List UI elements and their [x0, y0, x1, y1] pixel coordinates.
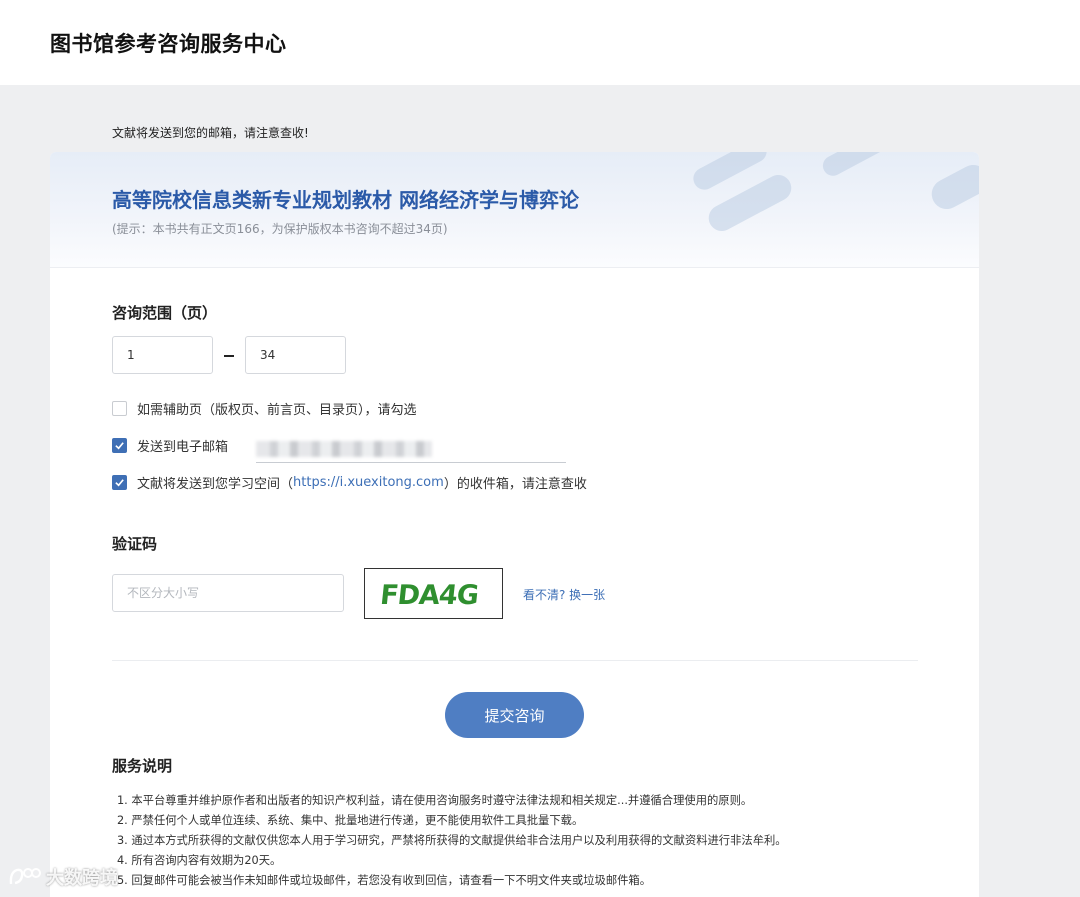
submit-button[interactable]: 提交咨询 — [445, 692, 584, 738]
email-field[interactable] — [256, 438, 566, 463]
header-decoration — [926, 159, 979, 215]
header-decoration — [819, 152, 891, 180]
page-to-input[interactable] — [245, 336, 346, 374]
book-page-hint: (提示：本书共有正文页166，为保护版权本书咨询不超过34页) — [112, 222, 448, 236]
service-rules-list: 1. 本平台尊重并维护原作者和出版者的知识产权利益，请在使用咨询服务时遵守法律法… — [117, 791, 787, 891]
check-icon — [115, 441, 124, 449]
range-dash — [224, 355, 234, 357]
study-space-prefix: 文献将发送到您学习空间（ — [137, 476, 294, 492]
top-bar: 图书馆参考咨询服务中心 — [0, 0, 1080, 85]
watermark-text: 大数跨境 — [46, 868, 118, 889]
captcha-image[interactable]: FDA4G — [364, 568, 503, 619]
captcha-label: 验证码 — [112, 535, 158, 553]
list-item: 5. 回复邮件可能会被当作未知邮件或垃圾邮件，若您没有收到回信，请查看一下不明文… — [117, 874, 652, 887]
page-from-input[interactable] — [112, 336, 213, 374]
range-label: 咨询范围（页） — [112, 304, 218, 322]
site-title: 图书馆参考咨询服务中心 — [50, 32, 287, 56]
watermark: 大数跨境 — [8, 864, 118, 890]
aux-pages-label: 如需辅助页（版权页、前言页、目录页），请勾选 — [137, 402, 417, 418]
send-email-label: 发送到电子邮箱 — [137, 439, 229, 455]
study-space-suffix: ）的收件箱，请注意查收 — [443, 476, 587, 492]
send-email-checkbox[interactable] — [112, 437, 127, 453]
list-item: 3. 通过本方式所获得的文献仅供您本人用于学习研究，严禁将所获得的文献提供给非合… — [117, 834, 787, 847]
email-address-redacted — [256, 441, 432, 457]
captcha-graphic: FDA4G — [379, 580, 480, 611]
consult-form-card: 高等院校信息类新专业规划教材 网络经济学与博弈论 (提示：本书共有正文页166，… — [50, 152, 979, 897]
list-item: 4. 所有咨询内容有效期为20天。 — [117, 854, 282, 867]
check-icon — [115, 478, 124, 486]
list-item: 1. 本平台尊重并维护原作者和出版者的知识产权利益，请在使用咨询服务时遵守法律法… — [117, 794, 753, 807]
aux-pages-option[interactable]: 如需辅助页（版权页、前言页、目录页），请勾选 — [112, 399, 417, 418]
logo-icon — [9, 868, 41, 885]
aux-pages-checkbox[interactable] — [112, 400, 127, 416]
study-space-link[interactable]: https://i.xuexitong.com — [293, 475, 444, 490]
send-email-option[interactable]: 发送到电子邮箱 — [112, 436, 229, 455]
book-header: 高等院校信息类新专业规划教材 网络经济学与博弈论 (提示：本书共有正文页166，… — [50, 152, 979, 268]
book-title: 高等院校信息类新专业规划教材 网络经济学与博弈论 — [112, 188, 579, 212]
captcha-input[interactable] — [112, 574, 344, 612]
email-notice: 文献将发送到您的邮箱，请注意查收! — [112, 126, 309, 140]
form-divider — [112, 660, 918, 661]
list-item: 2. 严禁任何个人或单位连续、系统、集中、批量地进行传递，更不能使用软件工具批量… — [117, 814, 584, 827]
study-space-option[interactable]: 文献将发送到您学习空间（ https://i.xuexitong.com ）的收… — [112, 473, 587, 492]
study-space-checkbox[interactable] — [112, 474, 127, 490]
service-title: 服务说明 — [112, 757, 173, 775]
svg-text:FDA4G: FDA4G — [379, 580, 480, 611]
captcha-refresh-link[interactable]: 看不清? 换一张 — [523, 586, 605, 603]
